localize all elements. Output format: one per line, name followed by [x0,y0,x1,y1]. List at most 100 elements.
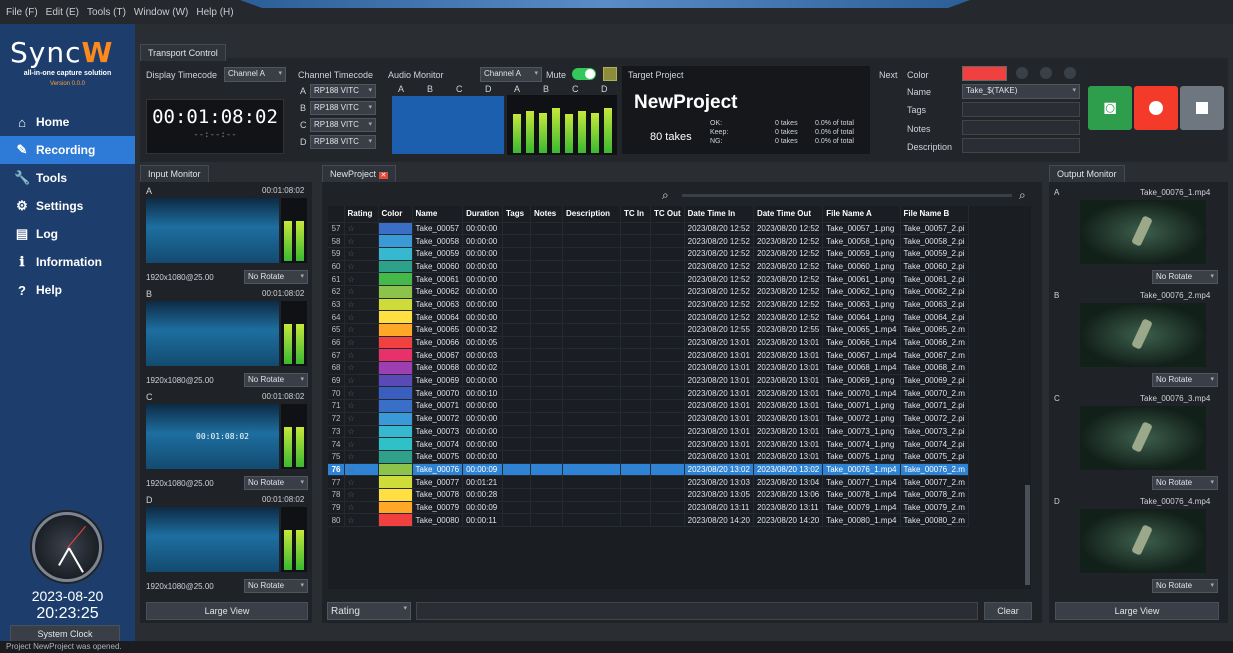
color-swatch[interactable] [378,323,413,337]
take-tags[interactable] [502,488,531,502]
take-notes[interactable] [530,272,563,286]
take-description[interactable] [562,450,621,464]
column-header[interactable]: File Name B [900,206,969,223]
color-swatch[interactable] [378,374,413,388]
take-tc-in[interactable] [620,222,651,236]
next-notes-field[interactable] [962,120,1080,135]
input-rotate-select[interactable]: No Rotate [244,270,308,284]
take-description[interactable] [562,412,621,426]
take-tc-out[interactable] [650,222,685,236]
take-tc-out[interactable] [650,501,685,515]
take-tc-in[interactable] [620,247,651,261]
input-large-view-button[interactable]: Large View [146,602,308,620]
column-header[interactable]: File Name A [822,206,901,223]
table-row[interactable]: 61 ☆ Take_00061 00:00:00 2023/08/20 12:52 202… [328,272,969,286]
take-notes[interactable] [530,323,563,337]
rating-star-icon[interactable]: ☆ [344,285,379,299]
rating-star-icon[interactable]: ☆ [344,272,379,286]
take-description[interactable] [562,272,621,286]
next-tags-field[interactable] [962,102,1080,117]
table-row[interactable]: 63 ☆ Take_00063 00:00:00 2023/08/20 12:52 202… [328,298,969,312]
take-tc-out[interactable] [650,399,685,413]
table-row[interactable]: 67 ☆ Take_00067 00:00:03 2023/08/20 13:01 202… [328,348,969,363]
column-header[interactable]: TC In [620,206,651,223]
take-tags[interactable] [502,272,531,286]
take-description[interactable] [562,247,621,261]
take-tc-in[interactable] [620,336,651,350]
take-notes[interactable] [530,285,563,299]
take-tc-out[interactable] [650,425,685,439]
column-header[interactable]: Date Time Out [753,206,824,223]
filter-input[interactable] [416,602,978,620]
take-tc-in[interactable] [620,323,651,337]
rating-star-icon[interactable]: ☆ [344,450,379,464]
take-notes[interactable] [530,513,563,527]
close-tab-icon[interactable]: ✕ [378,172,389,179]
tab-project[interactable]: NewProject ✕ [322,165,397,182]
take-tags[interactable] [502,386,531,401]
take-tc-in[interactable] [620,463,651,477]
rating-star-icon[interactable]: ☆ [344,247,379,261]
table-row[interactable]: 58 ☆ Take_00058 00:00:00 2023/08/20 12:52 202… [328,234,969,248]
take-notes[interactable] [530,412,563,426]
take-tc-in[interactable] [620,285,651,299]
take-tc-in[interactable] [620,475,651,489]
color-swatch[interactable] [378,247,413,261]
take-description[interactable] [562,463,621,477]
zoom-in-icon[interactable]: ⌕ [1019,188,1026,203]
rating-star-icon[interactable]: ☆ [344,374,379,388]
take-description[interactable] [562,425,621,439]
tab-transport-control[interactable]: Transport Control [140,44,226,61]
take-description[interactable] [562,348,621,363]
table-scrollbar[interactable] [1025,485,1030,585]
table-row[interactable]: 74 ☆ Take_00074 00:00:00 2023/08/20 13:01 202… [328,437,969,451]
take-notes[interactable] [530,361,563,375]
rating-star-icon[interactable]: ☆ [344,348,379,363]
take-tc-out[interactable] [650,463,685,477]
output-large-view-button[interactable]: Large View [1055,602,1219,620]
take-tc-out[interactable] [650,475,685,489]
take-tc-out[interactable] [650,298,685,312]
next-name-field[interactable]: Take_$(TAKE) [962,84,1080,99]
take-tc-out[interactable] [650,361,685,375]
take-tags[interactable] [502,513,531,527]
next-description-field[interactable] [962,138,1080,153]
table-row[interactable]: 66 ☆ Take_00066 00:00:05 2023/08/20 13:01 202… [328,336,969,350]
take-tags[interactable] [502,285,531,299]
take-notes[interactable] [530,260,563,274]
take-tc-out[interactable] [650,336,685,350]
nav-item-help[interactable]: ? Help [0,276,135,304]
column-header[interactable]: Description [562,206,621,223]
table-row[interactable]: 73 ☆ Take_00073 00:00:00 2023/08/20 13:01 202… [328,425,969,439]
take-tc-in[interactable] [620,272,651,286]
take-tc-in[interactable] [620,412,651,426]
take-notes[interactable] [530,336,563,350]
zoom-out-icon[interactable]: ⌕ [662,188,669,203]
zoom-slider[interactable] [682,194,1012,197]
take-tags[interactable] [502,475,531,489]
rating-star-icon[interactable]: ☆ [344,463,379,477]
color-option-1[interactable] [1016,67,1028,79]
nav-item-settings[interactable]: ⚙ Settings [0,192,135,220]
take-tags[interactable] [502,222,531,236]
take-description[interactable] [562,260,621,274]
take-tags[interactable] [502,247,531,261]
color-swatch[interactable] [378,361,413,375]
channel-c-timecode-select[interactable]: RP188 VITC [310,118,376,132]
rating-star-icon[interactable]: ☆ [344,412,379,426]
table-row[interactable]: 57 ☆ Take_00057 00:00:00 2023/08/20 12:52 202… [328,222,969,236]
column-header[interactable]: Rating [344,206,379,223]
color-option-2[interactable] [1040,67,1052,79]
take-description[interactable] [562,285,621,299]
take-tc-in[interactable] [620,488,651,502]
color-swatch[interactable] [378,412,413,426]
menu-item-3[interactable]: Window (W) [134,7,188,18]
take-notes[interactable] [530,374,563,388]
clear-filter-button[interactable]: Clear [984,602,1032,620]
color-swatch[interactable] [378,222,413,236]
take-tc-out[interactable] [650,386,685,401]
take-tags[interactable] [502,450,531,464]
column-header[interactable]: Name [412,206,464,223]
rating-star-icon[interactable]: ☆ [344,475,379,489]
rating-star-icon[interactable]: ☆ [344,386,379,401]
